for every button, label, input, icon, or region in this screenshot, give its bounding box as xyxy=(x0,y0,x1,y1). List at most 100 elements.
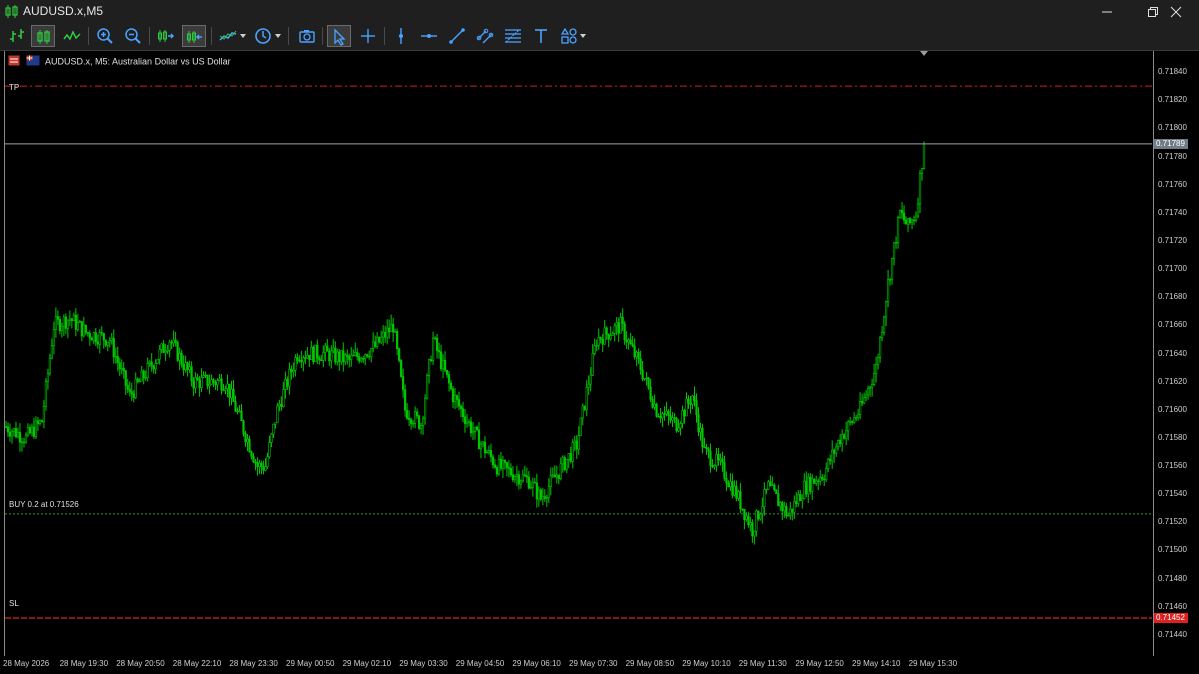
candle xyxy=(100,326,103,337)
candle xyxy=(467,419,471,427)
candle xyxy=(755,509,758,537)
candle xyxy=(190,361,193,387)
candle xyxy=(888,277,892,286)
candle xyxy=(545,494,548,507)
candle xyxy=(805,471,808,498)
candle xyxy=(509,463,513,477)
price-axis-label: 0.71640 xyxy=(1158,348,1187,358)
candle xyxy=(773,483,776,492)
candle xyxy=(366,353,369,358)
candle xyxy=(735,480,738,502)
candle xyxy=(841,429,844,452)
candle xyxy=(605,326,608,341)
candle xyxy=(110,333,113,345)
candle xyxy=(60,322,63,338)
candle xyxy=(880,325,884,342)
candle xyxy=(890,257,894,285)
candle xyxy=(178,347,181,370)
candle xyxy=(126,379,129,394)
time-axis-label: 29 May 02:10 xyxy=(342,659,392,668)
candle xyxy=(108,336,111,348)
candle xyxy=(168,339,171,358)
candle xyxy=(896,215,900,249)
candle xyxy=(92,331,95,345)
candle xyxy=(431,331,435,366)
candle xyxy=(639,350,642,375)
candle xyxy=(449,380,453,391)
price-axis-label: 0.71520 xyxy=(1158,517,1187,527)
candle xyxy=(873,363,876,387)
candle xyxy=(451,385,455,409)
candle xyxy=(719,453,722,466)
candle xyxy=(160,342,163,354)
candle xyxy=(555,465,558,484)
candle xyxy=(435,333,439,359)
candle xyxy=(346,349,349,365)
candle xyxy=(637,348,640,365)
candle xyxy=(364,353,367,366)
candle xyxy=(342,342,345,372)
candle xyxy=(519,479,522,489)
candle xyxy=(56,310,59,325)
candle xyxy=(280,396,283,411)
candle xyxy=(282,381,285,408)
candle xyxy=(382,325,385,346)
candle xyxy=(829,454,832,465)
candle xyxy=(120,359,123,375)
candle xyxy=(541,487,544,506)
candle xyxy=(849,416,852,426)
candle xyxy=(525,467,528,483)
candle xyxy=(134,372,137,400)
chart-header: AUDUSD.x, M5: Australian Dollar vs US Do… xyxy=(8,55,231,69)
candle xyxy=(793,495,796,519)
candle xyxy=(270,433,273,448)
candle xyxy=(214,379,217,391)
candle xyxy=(633,338,636,360)
candle xyxy=(655,402,658,418)
candle xyxy=(565,459,568,474)
candle xyxy=(310,340,313,360)
candle xyxy=(150,353,153,372)
candle xyxy=(599,336,602,344)
time-axis-label: 29 May 11:30 xyxy=(738,659,787,668)
candle xyxy=(384,325,387,343)
candle xyxy=(204,371,207,378)
candle xyxy=(455,394,459,408)
candle xyxy=(268,435,271,459)
candle xyxy=(54,307,57,338)
candle xyxy=(42,399,46,429)
candle xyxy=(130,382,133,401)
price-axis-label: 0.71780 xyxy=(1158,151,1187,161)
candle xyxy=(918,170,922,214)
candle xyxy=(390,314,393,333)
candle xyxy=(523,465,526,477)
candle xyxy=(623,321,626,345)
candle xyxy=(882,315,886,336)
candle xyxy=(445,369,449,378)
candle xyxy=(224,385,227,395)
candle xyxy=(286,376,289,391)
candle xyxy=(597,328,600,350)
candle xyxy=(210,374,213,385)
candle xyxy=(827,457,830,473)
candle xyxy=(491,454,495,469)
candle xyxy=(340,350,343,365)
candle xyxy=(20,437,24,452)
chart-shift-marker[interactable] xyxy=(920,51,928,56)
candle xyxy=(94,327,97,347)
candle xyxy=(659,407,662,424)
candle xyxy=(206,374,209,390)
candle xyxy=(10,428,14,444)
candle xyxy=(621,308,624,332)
candle xyxy=(904,216,908,225)
candle xyxy=(264,458,267,472)
candle xyxy=(479,441,483,459)
candle xyxy=(461,401,465,423)
candle xyxy=(437,342,441,359)
candle xyxy=(228,383,231,407)
candle xyxy=(483,435,487,459)
candle xyxy=(687,395,690,409)
price-axis-label: 0.71660 xyxy=(1158,320,1187,330)
candle xyxy=(142,369,145,385)
candle xyxy=(825,462,828,482)
